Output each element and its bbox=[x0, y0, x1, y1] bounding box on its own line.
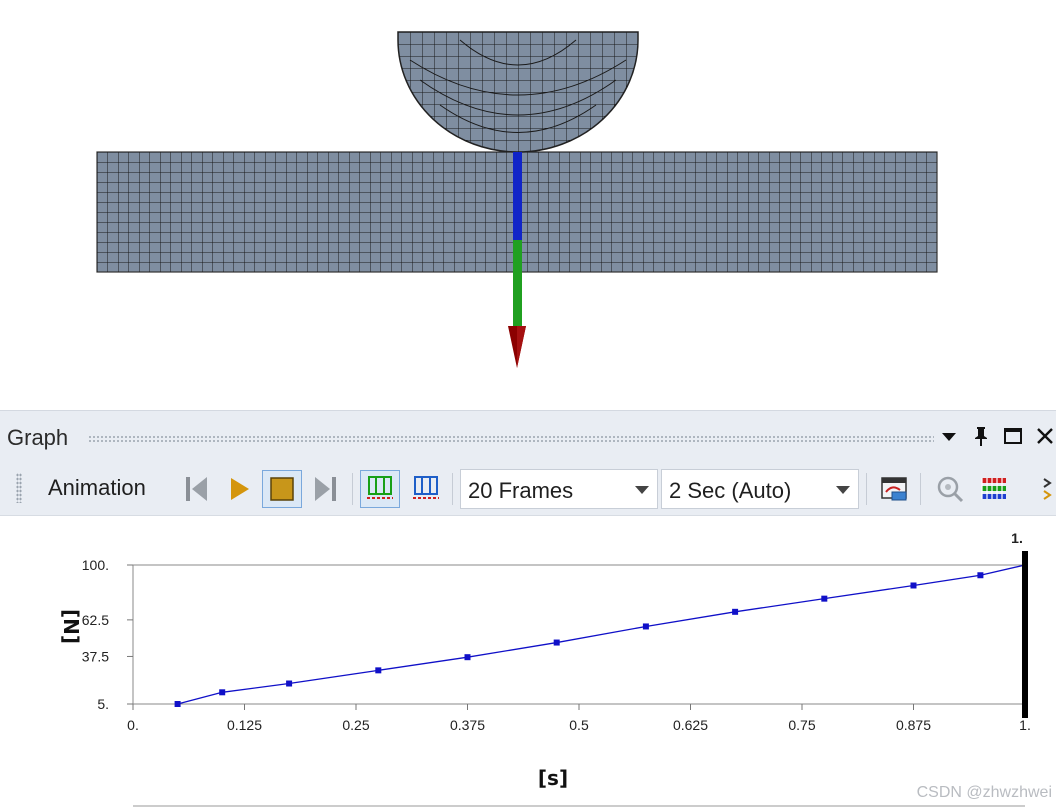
data-point bbox=[642, 623, 649, 630]
graph-panel-header: Graph bbox=[0, 410, 1056, 461]
last-frame-icon bbox=[315, 477, 336, 501]
data-point bbox=[821, 595, 828, 602]
force-time-chart[interactable]: 0. 0.125 0.25 0.375 0.5 0.625 0.75 0.875 1. 5. 37.… bbox=[0, 516, 1056, 808]
data-point bbox=[553, 639, 560, 646]
zoom-button[interactable] bbox=[930, 470, 970, 508]
data-point bbox=[375, 667, 382, 674]
x-axis-label: [s] bbox=[538, 766, 568, 790]
x-tick-label: 1. bbox=[1019, 717, 1031, 733]
chart-svg: 0. 0.125 0.25 0.375 0.5 0.625 0.75 0.875 1. 5. 37.… bbox=[59, 530, 1031, 807]
y-tick-label: 62.5 bbox=[82, 612, 109, 628]
x-tick-label: 0.875 bbox=[896, 717, 931, 733]
data-point bbox=[286, 680, 293, 687]
first-frame-button[interactable] bbox=[176, 470, 216, 508]
last-frame-button[interactable] bbox=[306, 470, 346, 508]
y-tick-label: 100. bbox=[82, 557, 109, 573]
toolbar-grip[interactable] bbox=[16, 473, 22, 503]
data-point bbox=[910, 582, 917, 589]
indenter-mesh bbox=[397, 31, 639, 153]
close-icon[interactable] bbox=[1034, 425, 1056, 447]
color-legend-icon bbox=[981, 478, 1006, 499]
result-frames-icon bbox=[413, 476, 439, 499]
current-time-label: 1. bbox=[1011, 530, 1023, 546]
chevron-down-icon bbox=[836, 486, 850, 494]
data-point bbox=[732, 608, 739, 615]
data-point bbox=[219, 689, 226, 696]
data-point bbox=[977, 572, 984, 579]
animation-label: Animation bbox=[48, 475, 146, 500]
x-tick-label: 0.625 bbox=[673, 717, 708, 733]
frames-select[interactable]: 20 Frames bbox=[460, 469, 658, 509]
distributed-frames-button[interactable] bbox=[360, 470, 400, 508]
x-tick-label: 0.375 bbox=[450, 717, 485, 733]
drag-handle[interactable] bbox=[88, 435, 934, 442]
x-tick-label: 0.25 bbox=[342, 717, 369, 733]
watermark: CSDN @zhwzhwei bbox=[916, 784, 1052, 801]
play-button[interactable] bbox=[218, 470, 258, 508]
stop-icon bbox=[270, 477, 294, 501]
model-viewport[interactable] bbox=[0, 0, 1056, 410]
export-video-button[interactable] bbox=[874, 470, 914, 508]
data-point bbox=[174, 701, 181, 707]
distributed-frames-icon bbox=[367, 476, 393, 499]
current-time-marker bbox=[1022, 551, 1028, 718]
y-tick-label: 37.5 bbox=[82, 648, 109, 664]
zoom-icon bbox=[937, 476, 964, 503]
graph-panel: Graph Animation 20 Frames 2 Sec (Auto) 0… bbox=[0, 410, 1056, 808]
y-axis-label: [N] bbox=[59, 609, 83, 644]
first-frame-icon bbox=[186, 477, 207, 501]
dropdown-menu-icon[interactable] bbox=[938, 425, 960, 447]
frames-value: 20 Frames bbox=[468, 478, 574, 503]
animation-toolbar: Animation 20 Frames 2 Sec (Auto) bbox=[0, 461, 1056, 516]
duration-select[interactable]: 2 Sec (Auto) bbox=[661, 469, 859, 509]
maximize-icon[interactable] bbox=[1002, 425, 1024, 447]
export-video-icon bbox=[881, 477, 907, 501]
more-button[interactable] bbox=[1036, 470, 1056, 508]
x-tick-label: 0.5 bbox=[569, 717, 589, 733]
play-icon bbox=[231, 478, 249, 500]
color-legend-button[interactable] bbox=[974, 470, 1014, 508]
mesh-view bbox=[96, 31, 938, 368]
x-tick-label: 0.75 bbox=[788, 717, 815, 733]
pin-icon[interactable] bbox=[970, 425, 992, 447]
data-point bbox=[464, 654, 471, 661]
panel-title: Graph bbox=[7, 425, 69, 450]
result-frames-button[interactable] bbox=[406, 470, 446, 508]
series-line bbox=[177, 564, 1026, 705]
x-tick-label: 0.125 bbox=[227, 717, 262, 733]
more-icon bbox=[1043, 478, 1052, 500]
y-tick-label: 5. bbox=[97, 696, 109, 712]
x-tick-label: 0. bbox=[127, 717, 139, 733]
duration-value: 2 Sec (Auto) bbox=[669, 478, 792, 503]
stop-button[interactable] bbox=[262, 470, 302, 508]
chevron-down-icon bbox=[635, 486, 649, 494]
